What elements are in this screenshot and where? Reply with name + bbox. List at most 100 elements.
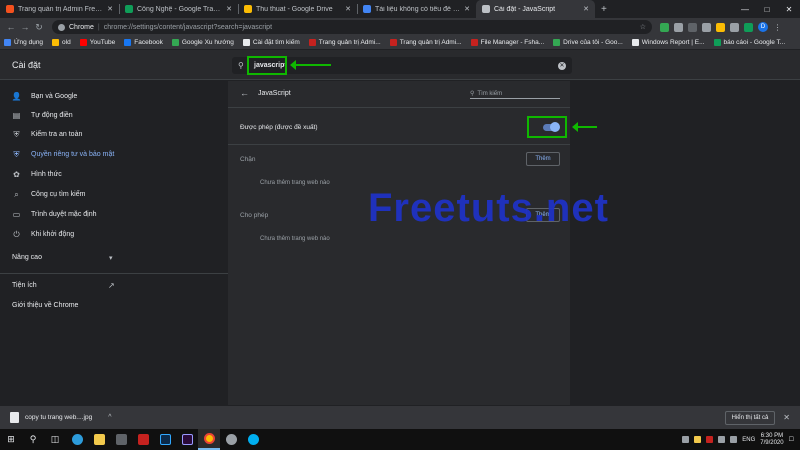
bookmark-favicon-icon [52, 39, 60, 46]
autofill-icon: ▤ [12, 111, 21, 120]
section-title: JavaScript [258, 90, 291, 97]
allow-empty-text: Chưa thêm trang web nào [260, 236, 330, 242]
bookmark-item[interactable]: báo cáoi - Google T... [713, 39, 785, 46]
sidebar-item-label: Công cụ tìm kiếm [31, 191, 86, 198]
add-block-site-button[interactable]: Thêm [526, 152, 560, 166]
tray-icon[interactable] [730, 436, 738, 443]
chevron-up-icon[interactable]: ^ [108, 414, 111, 421]
sidebar-item[interactable]: ⌕ Công cụ tìm kiếm [12, 190, 85, 199]
browser-tab[interactable]: Trang quản trị Admin Freetuts! ✕ [0, 0, 119, 18]
bookmark-item[interactable]: YouTube [79, 39, 115, 46]
bookmark-item[interactable]: File Manager - Fsha... [470, 39, 544, 46]
forward-icon[interactable]: → [18, 20, 32, 34]
chevron-down-icon[interactable]: ▾ [109, 254, 113, 262]
close-tab-icon[interactable]: ✕ [583, 5, 589, 13]
chrome-icon[interactable] [198, 429, 220, 450]
extension-icon[interactable] [674, 22, 683, 32]
bookmark-item[interactable]: Trang quản trị Admi... [389, 39, 462, 46]
close-tab-icon[interactable]: ✕ [345, 5, 351, 13]
close-tab-icon[interactable]: ✕ [107, 5, 113, 13]
sidebar-item-about[interactable]: Giới thiệu về Chrome [12, 302, 78, 309]
windows-start-icon[interactable]: ⊞ [0, 429, 22, 450]
notification-icon[interactable]: ☐ [789, 436, 794, 443]
extension-icon[interactable] [744, 22, 753, 32]
toggle-annotation-arrow [572, 122, 597, 132]
extension-icon[interactable] [716, 22, 725, 32]
bookmark-item[interactable]: Drive của tôi - Goo... [553, 39, 623, 46]
extension-icon[interactable] [660, 22, 669, 32]
open-external-icon[interactable]: ↗ [108, 281, 115, 290]
bookmark-item[interactable]: Windows Report | E... [631, 39, 705, 46]
divider [228, 144, 570, 145]
photoshop-icon[interactable] [154, 429, 176, 450]
back-arrow-icon[interactable]: ← [240, 88, 249, 98]
maximize-icon[interactable]: □ [756, 0, 778, 18]
edge-icon[interactable] [66, 429, 88, 450]
menu-icon[interactable]: ⋮ [773, 23, 782, 32]
bookmark-item[interactable]: old [52, 39, 71, 46]
clock[interactable]: 6:30 PM 7/9/2020 [760, 433, 783, 447]
extension-icon[interactable] [702, 22, 711, 32]
back-icon[interactable]: ← [4, 20, 18, 34]
app-icon[interactable] [220, 429, 242, 450]
clear-search-icon[interactable]: ✕ [558, 61, 566, 70]
tray-icon[interactable] [682, 436, 690, 443]
bookmark-favicon-icon [171, 39, 179, 46]
bookmark-item[interactable]: Ứng dụng [4, 39, 43, 46]
bookmark-item[interactable]: Google Xu hướng [171, 39, 234, 46]
browser-tab[interactable]: Thu thuat - Google Drive ✕ [238, 0, 357, 18]
language-indicator[interactable]: ENG [742, 437, 755, 443]
bookmark-item[interactable]: Cài đặt tìm kiếm [242, 39, 300, 46]
close-window-icon[interactable]: ✕ [778, 0, 800, 18]
file-explorer-icon[interactable] [88, 429, 110, 450]
bookmark-label: Facebook [134, 39, 163, 46]
watermark: Freetuts.net [368, 186, 609, 230]
browser-tab[interactable]: Cài đặt - JavaScript ✕ [476, 0, 595, 18]
sidebar-item[interactable]: ✿ Hình thức [12, 170, 62, 179]
tray-icon[interactable] [694, 436, 702, 443]
skype-icon[interactable] [242, 429, 264, 450]
tray-icon[interactable] [718, 436, 726, 443]
sidebar-item-extensions[interactable]: Tiện ích [12, 282, 37, 289]
new-tab-icon[interactable]: + [595, 0, 613, 18]
game-icon[interactable] [132, 429, 154, 450]
download-file-name[interactable]: copy tu trang web....jpg [25, 414, 92, 421]
search-icon[interactable]: ⚲ [22, 429, 44, 450]
advanced-section[interactable]: Nâng cao [12, 254, 42, 261]
address-bar[interactable]: Chrome | chrome://settings/content/javas… [52, 20, 652, 34]
bookmark-item[interactable]: Trang quản trị Admi... [308, 39, 381, 46]
show-all-downloads-button[interactable]: Hiển thị tất cả [724, 410, 776, 425]
tab-strip: Trang quản trị Admin Freetuts! ✕ Công Nghệ… [0, 0, 800, 18]
close-tab-icon[interactable]: ✕ [226, 5, 232, 13]
sidebar-item-label: Tự động điền [31, 112, 73, 119]
tab-favicon-icon [482, 5, 490, 13]
close-icon[interactable]: ✕ [783, 413, 790, 422]
bookmark-favicon-icon [631, 39, 639, 46]
bookmark-item[interactable]: Facebook [124, 39, 163, 46]
reload-icon[interactable]: ↻ [32, 20, 46, 34]
site-search-input[interactable]: ⚲ Tìm kiếm [470, 89, 560, 99]
tray-icon[interactable] [706, 436, 714, 443]
sidebar-item[interactable]: ⏻ Khi khởi động [12, 230, 74, 239]
site-label: Chrome [69, 23, 94, 31]
task-view-icon[interactable]: ◫ [44, 429, 66, 450]
browser-tab[interactable]: Công Nghệ - Google Trang tính✕ [119, 0, 238, 18]
sidebar-item[interactable]: ⛨ Quyền riêng tư và bảo mật [12, 150, 115, 159]
star-icon[interactable]: ☆ [640, 23, 646, 31]
sidebar-divider [0, 273, 228, 274]
site-search-placeholder: Tìm kiếm [477, 90, 503, 97]
close-tab-icon[interactable]: ✕ [464, 5, 470, 13]
premiere-icon[interactable] [176, 429, 198, 450]
sidebar-item[interactable]: ⛨ Kiểm tra an toàn [12, 130, 83, 139]
minimize-icon[interactable]: — [734, 0, 756, 18]
puzzle-icon[interactable] [730, 22, 739, 32]
sidebar-item[interactable]: ▭ Trình duyệt mặc định [12, 210, 97, 219]
avatar[interactable]: D [758, 22, 768, 32]
sidebar-item[interactable]: ▤ Tự động điền [12, 111, 73, 120]
sidebar-item-label: Kiểm tra an toàn [31, 131, 83, 138]
store-icon[interactable] [110, 429, 132, 450]
block-empty-text: Chưa thêm trang web nào [260, 180, 330, 186]
camera-icon[interactable] [688, 22, 697, 32]
browser-tab[interactable]: Tài liệu không có tiêu đề - Google✕ [357, 0, 476, 18]
sidebar-item[interactable]: 👤 Bạn và Google [12, 92, 78, 101]
